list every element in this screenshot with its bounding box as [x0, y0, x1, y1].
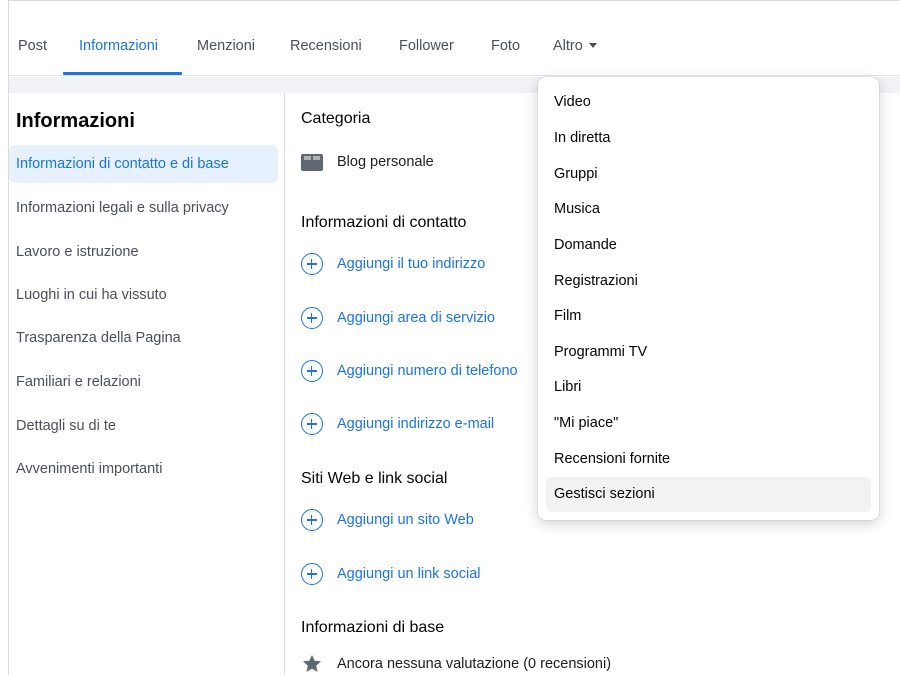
add-phone-link[interactable]: Aggiungi numero di telefono	[301, 359, 518, 383]
add-circle-icon	[301, 360, 323, 382]
rating-text: Ancora nessuna valutazione (0 recensioni…	[337, 656, 612, 672]
add-circle-icon	[301, 563, 323, 585]
menu-item-groups[interactable]: Gruppi	[546, 157, 871, 192]
active-tab-indicator	[63, 72, 182, 75]
menu-item-music[interactable]: Musica	[546, 192, 871, 227]
category-icon	[301, 153, 323, 171]
category-row: Blog personale	[301, 150, 434, 174]
menu-item-tv-shows[interactable]: Programmi TV	[546, 335, 871, 370]
menu-item-movies[interactable]: Film	[546, 299, 871, 334]
sidebar-item-details-about[interactable]: Dettagli su di te	[9, 407, 278, 445]
altro-dropdown-menu: Video In diretta Gruppi Musica Domande R…	[538, 77, 879, 520]
basic-info-heading: Informazioni di base	[301, 619, 445, 636]
caret-down-icon	[588, 43, 597, 48]
menu-item-registrations[interactable]: Registrazioni	[546, 264, 871, 299]
add-social-label: Aggiungi un link social	[337, 566, 481, 582]
menu-item-video[interactable]: Video	[546, 85, 871, 120]
tab-altro-label: Altro	[553, 38, 583, 54]
page-tab-bar: Post Informazioni Menzioni Recensioni Fo…	[9, 8, 900, 76]
sidebar-item-places-lived[interactable]: Luoghi in cui ha vissuto	[9, 276, 278, 314]
add-circle-icon	[301, 413, 323, 435]
menu-item-questions[interactable]: Domande	[546, 228, 871, 263]
add-circle-icon	[301, 509, 323, 531]
add-email-link[interactable]: Aggiungi indirizzo e-mail	[301, 412, 494, 436]
tab-post[interactable]: Post	[18, 38, 47, 54]
add-website-link[interactable]: Aggiungi un sito Web	[301, 508, 474, 532]
add-social-link[interactable]: Aggiungi un link social	[301, 562, 480, 586]
sidebar-item-legal-privacy[interactable]: Informazioni legali e sulla privacy	[9, 189, 278, 227]
menu-item-manage-sections[interactable]: Gestisci sezioni	[546, 477, 871, 512]
websites-heading: Siti Web e link social	[301, 470, 448, 487]
tab-recensioni[interactable]: Recensioni	[290, 38, 362, 54]
sidebar-item-life-events[interactable]: Avvenimenti importanti	[9, 450, 278, 488]
contact-heading: Informazioni di contatto	[301, 214, 467, 231]
add-circle-icon	[301, 307, 323, 329]
sidebar-item-work-education[interactable]: Lavoro e istruzione	[9, 233, 278, 271]
rating-row: Ancora nessuna valutazione (0 recensioni…	[301, 652, 611, 675]
tab-foto[interactable]: Foto	[491, 38, 520, 54]
add-website-label: Aggiungi un sito Web	[337, 512, 474, 528]
menu-item-live[interactable]: In diretta	[546, 121, 871, 156]
category-heading: Categoria	[301, 110, 371, 127]
menu-item-likes[interactable]: "Mi piace"	[546, 406, 871, 441]
menu-item-books[interactable]: Libri	[546, 370, 871, 405]
add-service-area-link[interactable]: Aggiungi area di servizio	[301, 306, 495, 330]
add-email-label: Aggiungi indirizzo e-mail	[337, 416, 495, 432]
add-phone-label: Aggiungi numero di telefono	[337, 363, 518, 379]
sidebar-item-page-transparency[interactable]: Trasparenza della Pagina	[9, 319, 278, 357]
add-circle-icon	[301, 253, 323, 275]
menu-item-reviews-given[interactable]: Recensioni fornite	[546, 442, 871, 477]
sidebar-item-family-relationships[interactable]: Familiari e relazioni	[9, 363, 278, 401]
about-sidebar: Informazioni Informazioni di contatto e …	[9, 93, 285, 675]
tab-altro[interactable]: Altro	[553, 38, 597, 54]
add-service-area-label: Aggiungi area di servizio	[337, 310, 495, 326]
add-address-link[interactable]: Aggiungi il tuo indirizzo	[301, 252, 485, 276]
tab-informazioni[interactable]: Informazioni	[79, 38, 158, 54]
tab-follower[interactable]: Follower	[399, 38, 454, 54]
star-icon	[303, 655, 321, 672]
add-address-label: Aggiungi il tuo indirizzo	[337, 256, 486, 272]
sidebar-title: Informazioni	[16, 110, 135, 132]
tab-menzioni[interactable]: Menzioni	[197, 38, 255, 54]
sidebar-item-contact-basic[interactable]: Informazioni di contatto e di base	[9, 145, 278, 183]
category-value: Blog personale	[337, 154, 434, 170]
